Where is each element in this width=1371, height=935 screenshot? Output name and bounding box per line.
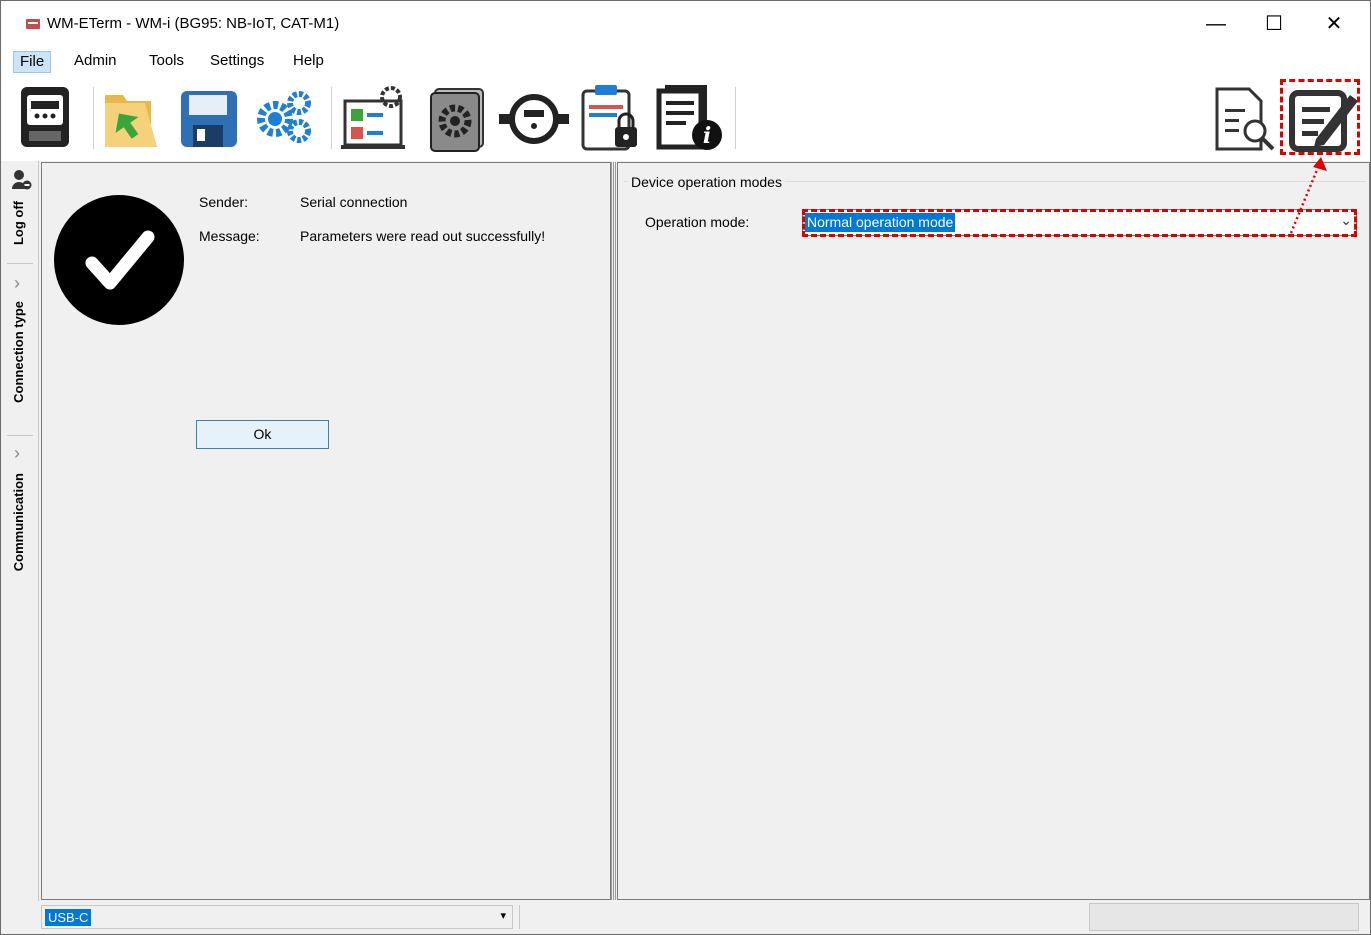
write-button-highlight <box>1280 79 1360 155</box>
main-window: WM-ETerm - WM-i (BG95: NB-IoT, CAT-M1) —… <box>0 0 1371 935</box>
progress-bar <box>1089 903 1359 931</box>
sender-value: Serial connection <box>300 194 408 210</box>
chevron-right-icon: › <box>14 273 20 293</box>
device-info-icon[interactable]: i <box>653 81 727 155</box>
port-value: USB-C <box>45 909 92 926</box>
user-logoff-icon <box>12 170 32 190</box>
annotation-arrow-icon <box>1289 157 1327 234</box>
success-check-icon <box>54 195 184 325</box>
message-label: Message: <box>199 228 260 244</box>
status-bar: USB-C ▾ <box>1 901 1370 934</box>
port-select[interactable]: USB-C ▾ <box>41 905 513 929</box>
svg-text:i: i <box>703 123 711 149</box>
secure-clipboard-icon[interactable] <box>575 81 649 155</box>
status-separator <box>519 905 520 929</box>
window-title: WM-ETerm - WM-i (BG95: NB-IoT, CAT-M1) <box>47 15 340 32</box>
message-panel: Sender: Serial connection Message: Param… <box>41 162 611 900</box>
menu-help[interactable]: Help <box>287 51 330 73</box>
settings-gears-icon[interactable] <box>249 81 323 155</box>
sender-label: Sender: <box>199 194 249 210</box>
group-title: Device operation modes <box>628 174 785 190</box>
read-parameters-icon[interactable] <box>1207 81 1281 155</box>
tab-connection-type[interactable]: › Connection type <box>1 269 39 431</box>
dropdown-arrow-icon: ▾ <box>500 910 506 922</box>
menu-admin[interactable]: Admin <box>68 51 123 73</box>
operation-mode-highlight <box>802 209 1357 237</box>
save-icon[interactable] <box>173 81 247 155</box>
close-button[interactable]: ✕ <box>1304 1 1364 47</box>
app-logo-icon <box>26 19 40 29</box>
maximize-button[interactable]: ☐ <box>1244 1 1304 47</box>
toolbar: i <box>1 75 1370 161</box>
tab-communication-label: Communication <box>11 473 26 572</box>
tab-log-off[interactable]: Log off <box>1 167 39 257</box>
operation-mode-label: Operation mode: <box>645 214 750 230</box>
chevron-right-icon: › <box>14 443 20 463</box>
menu-tools[interactable]: Tools <box>143 51 190 73</box>
message-value: Parameters were read out successfully! <box>300 228 546 244</box>
water-meter-icon[interactable] <box>497 81 571 155</box>
tab-connection-type-label: Connection type <box>11 301 26 403</box>
device-panel: Device operation modes Operation mode: N… <box>617 162 1370 900</box>
ok-button[interactable]: Ok <box>196 420 329 449</box>
tab-communication[interactable]: › Communication <box>1 441 39 601</box>
checklist-config-icon[interactable] <box>337 81 411 155</box>
meter-icon[interactable] <box>11 81 85 155</box>
tab-log-off-label: Log off <box>11 201 26 246</box>
side-tab-bar: Log off › Connection type › Communicatio… <box>1 161 39 906</box>
open-folder-icon[interactable] <box>97 81 171 155</box>
title-bar: WM-ETerm - WM-i (BG95: NB-IoT, CAT-M1) —… <box>1 1 1370 47</box>
menu-file[interactable]: File <box>13 51 52 73</box>
menu-settings[interactable]: Settings <box>204 51 270 73</box>
firmware-icon[interactable] <box>421 81 495 155</box>
menu-bar: File Admin Tools Settings Help <box>1 47 1370 75</box>
minimize-button[interactable]: — <box>1186 1 1246 47</box>
